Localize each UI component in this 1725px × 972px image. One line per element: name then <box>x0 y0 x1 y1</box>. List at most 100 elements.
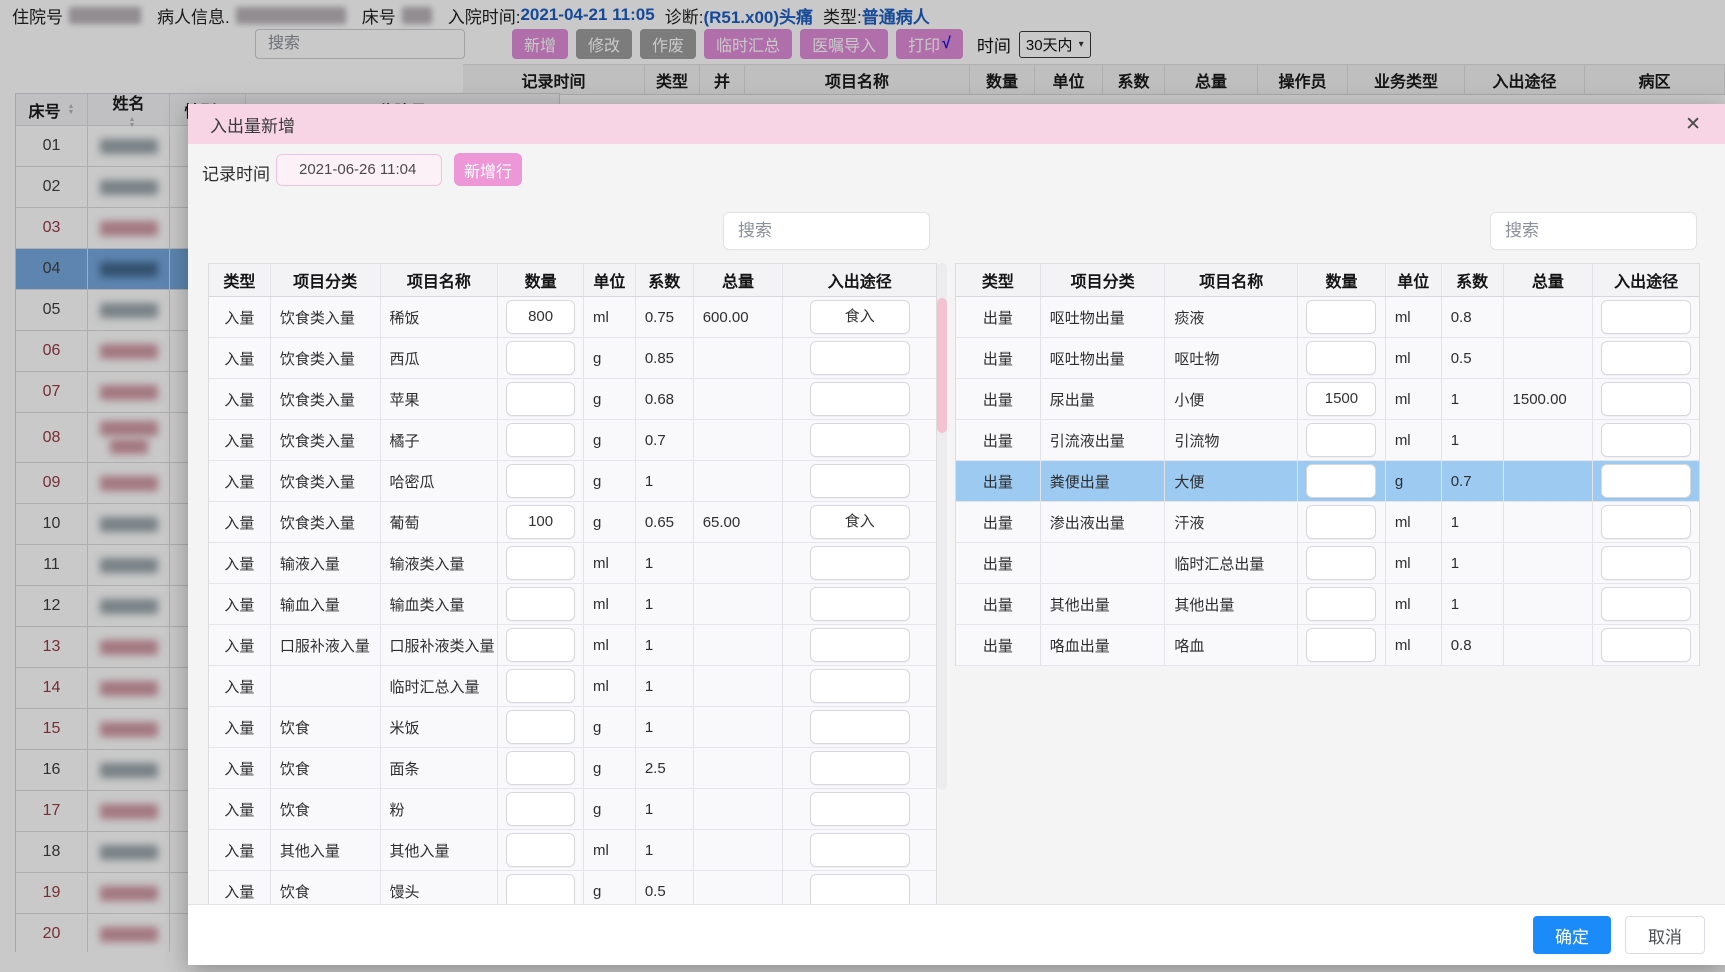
intake-qty-input[interactable] <box>506 833 575 867</box>
output-table: 类型项目分类项目名称数量单位系数总量入出途径出量呕吐物出量痰液ml0.8出量呕吐… <box>955 263 1700 666</box>
intake-qty-input[interactable]: 800 <box>506 300 575 334</box>
record-time-input[interactable]: 2021-06-26 11:04 <box>276 154 442 186</box>
scrollbar-thumb[interactable] <box>937 298 947 433</box>
intake-row[interactable]: 入量饮食类入量哈密瓜g1 <box>209 461 936 502</box>
output-row[interactable]: 出量渗出液出量汗液ml1 <box>956 502 1699 543</box>
intake-row[interactable]: 入量饮食类入量葡萄100g0.6565.00食入 <box>209 502 936 543</box>
output-qty-input[interactable] <box>1306 546 1376 580</box>
intake-qty-input[interactable] <box>506 710 575 744</box>
output-qty-input[interactable] <box>1306 423 1376 457</box>
output-cell-route <box>1593 420 1699 460</box>
intake-route-input[interactable] <box>810 382 910 416</box>
intake-row[interactable]: 入量口服补液入量口服补液类入量ml1 <box>209 625 936 666</box>
intake-route-input[interactable] <box>810 710 910 744</box>
output-qty-input[interactable] <box>1306 464 1376 498</box>
intake-route-input[interactable] <box>810 546 910 580</box>
output-route-input[interactable] <box>1601 587 1691 621</box>
intake-route-input[interactable] <box>810 341 910 375</box>
intake-route-input[interactable] <box>810 423 910 457</box>
intake-route-input[interactable] <box>810 464 910 498</box>
output-route-input[interactable] <box>1601 546 1691 580</box>
intake-qty-input[interactable] <box>506 669 575 703</box>
intake-route-input[interactable] <box>810 669 910 703</box>
intake-qty-input[interactable] <box>506 751 575 785</box>
intake-cell-route <box>783 830 936 870</box>
output-row[interactable]: 出量咯血出量咯血ml0.8 <box>956 625 1699 666</box>
intake-qty-input[interactable] <box>506 382 575 416</box>
output-qty-input[interactable] <box>1306 587 1376 621</box>
output-row[interactable]: 出量引流液出量引流物ml1 <box>956 420 1699 461</box>
intake-row[interactable]: 入量输液入量输液类入量ml1 <box>209 543 936 584</box>
intake-column-header: 项目分类 <box>271 264 381 296</box>
add-row-button[interactable]: 新增行 <box>454 153 522 186</box>
output-row[interactable]: 出量尿出量小便1500ml11500.00 <box>956 379 1699 420</box>
cancel-button[interactable]: 取消 <box>1625 916 1705 954</box>
output-row[interactable]: 出量呕吐物出量痰液ml0.8 <box>956 297 1699 338</box>
output-route-input[interactable] <box>1601 382 1691 416</box>
intake-qty-input[interactable] <box>506 874 575 904</box>
output-route-input[interactable] <box>1601 423 1691 457</box>
output-row[interactable]: 出量呕吐物出量呕吐物ml0.5 <box>956 338 1699 379</box>
intake-row[interactable]: 入量临时汇总入量ml1 <box>209 666 936 707</box>
output-row[interactable]: 出量其他出量其他出量ml1 <box>956 584 1699 625</box>
intake-row[interactable]: 入量其他入量其他入量ml1 <box>209 830 936 871</box>
intake-qty-input[interactable] <box>506 628 575 662</box>
intake-qty-input[interactable] <box>506 546 575 580</box>
output-cell-qty <box>1298 297 1386 337</box>
intake-route-input[interactable] <box>810 628 910 662</box>
intake-route-input[interactable] <box>810 751 910 785</box>
intake-row[interactable]: 入量饮食类入量苹果g0.68 <box>209 379 936 420</box>
intake-route-input[interactable] <box>810 792 910 826</box>
output-qty-input[interactable] <box>1306 505 1376 539</box>
intake-search-input[interactable]: 搜索 <box>723 212 930 250</box>
intake-row[interactable]: 入量饮食粉g1 <box>209 789 936 830</box>
output-qty-input[interactable] <box>1306 628 1376 662</box>
intake-row[interactable]: 入量饮食类入量西瓜g0.85 <box>209 338 936 379</box>
intake-qty-input[interactable] <box>506 464 575 498</box>
intake-column-header: 总量 <box>694 264 784 296</box>
intake-row[interactable]: 入量饮食类入量橘子g0.7 <box>209 420 936 461</box>
intake-route-input[interactable]: 食入 <box>810 505 910 539</box>
output-cell-route <box>1593 297 1699 337</box>
output-qty-input[interactable] <box>1306 341 1376 375</box>
intake-qty-input[interactable] <box>506 423 575 457</box>
output-cell-total <box>1504 420 1594 460</box>
output-route-input[interactable] <box>1601 464 1691 498</box>
intake-cell-route <box>783 420 936 460</box>
intake-qty-input[interactable] <box>506 587 575 621</box>
output-cell-type: 出量 <box>956 502 1041 542</box>
intake-cell-name: 稀饭 <box>381 297 499 337</box>
intake-route-input[interactable]: 食入 <box>810 300 910 334</box>
output-cell-qty <box>1298 584 1386 624</box>
output-cell-coef: 1 <box>1442 502 1504 542</box>
output-qty-input[interactable] <box>1306 300 1376 334</box>
intake-row[interactable]: 入量输血入量输血类入量ml1 <box>209 584 936 625</box>
intake-row[interactable]: 入量饮食馒头g0.5 <box>209 871 936 904</box>
intake-cell-name: 输血类入量 <box>381 584 499 624</box>
intake-route-input[interactable] <box>810 587 910 621</box>
intake-cell-unit: g <box>584 789 636 829</box>
output-route-input[interactable] <box>1601 505 1691 539</box>
intake-route-input[interactable] <box>810 833 910 867</box>
output-route-input[interactable] <box>1601 300 1691 334</box>
confirm-button[interactable]: 确定 <box>1533 916 1611 954</box>
output-row[interactable]: 出量粪便出量大便g0.7 <box>956 461 1699 502</box>
output-cell-category: 呕吐物出量 <box>1041 297 1166 337</box>
output-qty-input[interactable]: 1500 <box>1306 382 1376 416</box>
intake-row[interactable]: 入量饮食米饭g1 <box>209 707 936 748</box>
intake-row[interactable]: 入量饮食面条g2.5 <box>209 748 936 789</box>
output-search-input[interactable]: 搜索 <box>1490 212 1697 250</box>
output-cell-coef: 0.8 <box>1442 297 1504 337</box>
output-route-input[interactable] <box>1601 628 1691 662</box>
output-route-input[interactable] <box>1601 341 1691 375</box>
intake-qty-input[interactable]: 100 <box>506 505 575 539</box>
close-icon[interactable]: ✕ <box>1685 113 1701 136</box>
output-row[interactable]: 出量临时汇总出量ml1 <box>956 543 1699 584</box>
intake-row[interactable]: 入量饮食类入量稀饭800ml0.75600.00食入 <box>209 297 936 338</box>
intake-cell-qty <box>498 461 584 501</box>
intake-route-input[interactable] <box>810 874 910 904</box>
intake-scrollbar[interactable] <box>937 263 947 790</box>
output-cell-category: 呕吐物出量 <box>1041 338 1166 378</box>
intake-qty-input[interactable] <box>506 792 575 826</box>
intake-qty-input[interactable] <box>506 341 575 375</box>
